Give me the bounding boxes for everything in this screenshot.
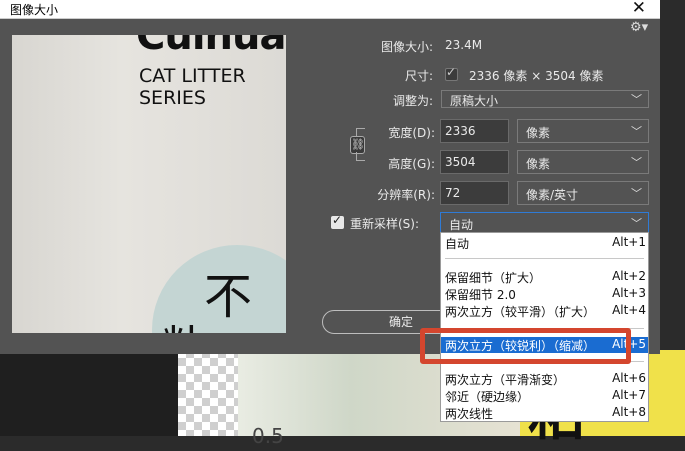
preview-cn-char1: 不 xyxy=(204,269,253,325)
chevron-down-icon: ﹀ xyxy=(631,187,642,200)
dimensions-label: 尺寸: xyxy=(404,69,433,83)
resample-value: 自动 xyxy=(449,218,474,232)
preview-cn-char2: 粘 xyxy=(162,311,206,333)
chevron-down-icon: ﹀ xyxy=(631,217,642,230)
dimensions-toggle[interactable]: ✓ xyxy=(445,65,458,81)
resample-label: 重新采样(S): xyxy=(350,217,420,231)
menu-item-auto[interactable]: 自动 Alt+1 xyxy=(441,235,648,251)
resample-dropdown-menu: 自动 Alt+1 保留细节（扩大） Alt+2 保留细节 2.0 Alt+3 两… xyxy=(440,232,649,422)
dialog-title: 图像大小 xyxy=(10,3,59,17)
menu-item-preserve-details-2[interactable]: 保留细节 2.0 Alt+3 xyxy=(441,286,648,302)
chevron-down-icon: ﹀ xyxy=(631,93,642,106)
fit-to-label: 调整为: xyxy=(392,94,433,108)
resample-select[interactable]: 自动 ﹀ xyxy=(440,212,649,234)
dimensions-width-unit: 像素 xyxy=(503,69,528,83)
dialog-titlebar: 图像大小 ✕ xyxy=(0,0,660,19)
menu-item-bicubic-smoother[interactable]: 两次立方（较平滑）（扩大） Alt+4 xyxy=(441,303,648,319)
width-unit-value: 像素 xyxy=(526,126,551,140)
resolution-label: 分辨率(R): xyxy=(377,188,435,202)
preview-brand-text: Cuinua xyxy=(136,35,286,59)
transparency-checkerboard xyxy=(178,350,238,436)
menu-item-preserve-details[interactable]: 保留细节（扩大） Alt+2 xyxy=(441,269,648,285)
dimensions-height-unit: 像素 xyxy=(579,69,604,83)
resolution-field[interactable]: 72 xyxy=(440,181,509,205)
height-label: 高度(G): xyxy=(388,157,435,171)
dimensions-width: 2336 xyxy=(469,69,500,83)
image-size-value: 23.4M xyxy=(445,38,483,52)
canvas-number: 0.5 xyxy=(252,424,284,448)
image-size-label: 图像大小: xyxy=(380,40,433,54)
annotation-highlight-box xyxy=(420,328,631,364)
width-unit-select[interactable]: 像素 ﹀ xyxy=(517,119,649,143)
resample-checkbox[interactable]: ✓ xyxy=(331,213,344,229)
menu-item-bicubic-smooth-gradients[interactable]: 两次立方（平滑渐变） Alt+6 xyxy=(441,371,648,387)
dimensions-times: × xyxy=(531,69,542,83)
dimensions-value: 2336 像素 × 3504 像素 xyxy=(469,67,604,84)
dimensions-height: 3504 xyxy=(545,69,576,83)
resolution-unit-select[interactable]: 像素/英寸 ﹀ xyxy=(517,181,649,205)
height-unit-value: 像素 xyxy=(526,157,551,171)
menu-separator xyxy=(445,258,644,259)
gear-icon[interactable]: ⚙▾ xyxy=(630,20,648,35)
menu-item-bilinear[interactable]: 两次线性 Alt+8 xyxy=(441,405,648,421)
chevron-down-icon: ﹀ xyxy=(631,156,642,169)
chevron-down-icon: ﹀ xyxy=(631,125,642,138)
preview-series-text: CAT LITTER SERIES xyxy=(139,65,246,109)
height-field[interactable]: 3504 xyxy=(440,150,509,174)
fit-to-value: 原稿大小 xyxy=(450,94,499,108)
image-preview[interactable]: Cuinua CAT LITTER SERIES 不 粘 xyxy=(12,35,286,333)
resolution-unit-value: 像素/英寸 xyxy=(526,188,579,202)
menu-item-nearest-neighbor[interactable]: 邻近（硬边缘） Alt+7 xyxy=(441,388,648,404)
width-field[interactable]: 2336 xyxy=(440,119,509,143)
close-icon[interactable]: ✕ xyxy=(632,0,646,18)
fit-to-select[interactable]: 原稿大小 ﹀ xyxy=(441,90,649,108)
height-unit-select[interactable]: 像素 ﹀ xyxy=(517,150,649,174)
